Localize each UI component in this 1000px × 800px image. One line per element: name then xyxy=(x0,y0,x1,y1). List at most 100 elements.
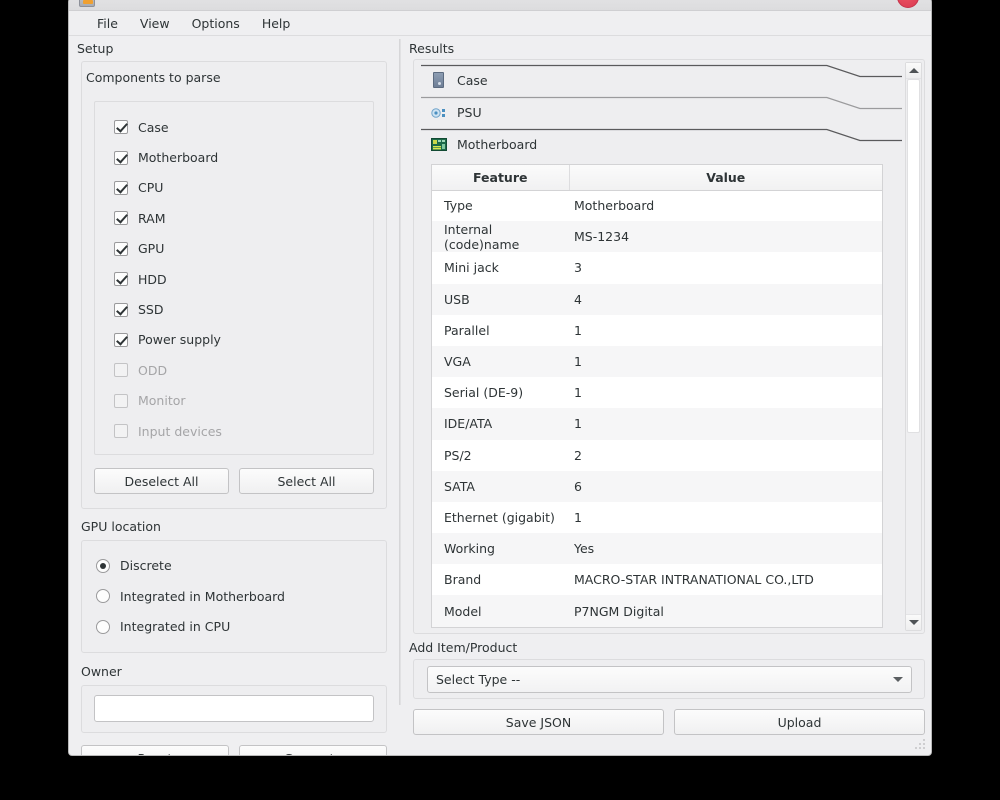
upload-button[interactable]: Upload xyxy=(674,709,925,735)
scrollbar-thumb[interactable] xyxy=(907,79,920,433)
table-row[interactable]: IDE/ATA 1 xyxy=(432,408,882,440)
checkbox-power-supply-box[interactable] xyxy=(114,332,128,347)
results-vertical-scrollbar[interactable] xyxy=(905,62,922,631)
add-item-group: Select Type -- xyxy=(413,659,925,699)
cell-value: Motherboard xyxy=(569,190,882,222)
checkbox-hdd-box[interactable] xyxy=(114,272,128,287)
radio-discrete[interactable]: Discrete xyxy=(82,550,386,581)
select-type-dropdown[interactable]: Select Type -- xyxy=(427,666,912,693)
checkbox-monitor: Monitor xyxy=(95,386,373,416)
radio-integrated-cpu-label: Integrated in CPU xyxy=(120,619,231,635)
checkbox-ssd-box[interactable] xyxy=(114,302,128,317)
cell-value: 1 xyxy=(569,377,882,409)
owner-group xyxy=(81,685,387,734)
checkbox-case-box[interactable] xyxy=(114,120,128,135)
motherboard-icon xyxy=(431,136,447,152)
application-window: File View Options Help Setup Components … xyxy=(68,0,932,756)
radio-integrated-motherboard-box[interactable] xyxy=(96,589,110,604)
menu-help[interactable]: Help xyxy=(251,13,302,34)
selection-button-row: Deselect All Select All xyxy=(94,468,374,495)
checkbox-ssd[interactable]: SSD xyxy=(95,294,373,324)
cell-value: P7NGM Digital xyxy=(569,595,882,627)
menu-options[interactable]: Options xyxy=(181,13,251,34)
resize-grip[interactable] xyxy=(915,739,927,751)
checkbox-gpu-label: GPU xyxy=(138,241,165,257)
gpu-location-group: Discrete Integrated in Motherboard Integ… xyxy=(81,540,387,654)
table-row[interactable]: PS/2 2 xyxy=(432,439,882,471)
accordion-section-psu[interactable]: PSU xyxy=(421,96,902,128)
cell-value: MACRO-STAR INTRANATIONAL CO.,LTD xyxy=(569,564,882,596)
checkbox-gpu[interactable]: GPU xyxy=(95,234,373,264)
table-row[interactable]: SATA 6 xyxy=(432,470,882,502)
radio-integrated-motherboard[interactable]: Integrated in Motherboard xyxy=(82,581,386,612)
results-frame: Case PSU Motherboard Feature Value Type … xyxy=(413,59,925,634)
checkbox-case-label: Case xyxy=(138,119,169,135)
column-header-value[interactable]: Value xyxy=(569,165,882,191)
radio-integrated-cpu[interactable]: Integrated in CPU xyxy=(82,611,386,642)
menu-view[interactable]: View xyxy=(129,13,181,34)
checkbox-gpu-box[interactable] xyxy=(114,241,128,256)
cell-value: 1 xyxy=(569,314,882,346)
results-action-row: Save JSON Upload xyxy=(413,709,925,735)
accordion-section-motherboard[interactable]: Motherboard xyxy=(421,128,902,160)
cell-feature: Mini jack xyxy=(432,252,569,284)
checkbox-motherboard-label: Motherboard xyxy=(138,150,219,166)
cell-value: 4 xyxy=(569,283,882,315)
checkbox-motherboard[interactable]: Motherboard xyxy=(95,142,373,172)
owner-label: Owner xyxy=(81,664,122,680)
checkbox-input-devices: Input devices xyxy=(95,416,373,446)
table-row[interactable]: Working Yes xyxy=(432,533,882,565)
save-json-button[interactable]: Save JSON xyxy=(413,709,664,735)
table-row[interactable]: VGA 1 xyxy=(432,345,882,378)
reset-button[interactable]: Reset xyxy=(81,745,229,755)
owner-input[interactable] xyxy=(94,695,374,723)
checkbox-power-supply[interactable]: Power supply xyxy=(95,325,373,355)
gpu-location-label: GPU location xyxy=(81,519,161,535)
radio-discrete-box[interactable] xyxy=(96,558,110,573)
table-row[interactable]: Mini jack 3 xyxy=(432,252,882,284)
table-row[interactable]: Internal (code)name MS-1234 xyxy=(432,221,882,253)
close-button[interactable] xyxy=(897,0,919,8)
table-row[interactable]: Type Motherboard xyxy=(432,190,882,222)
results-accordion: Case PSU Motherboard Feature Value Type … xyxy=(421,64,902,629)
accordion-section-case[interactable]: Case xyxy=(421,64,902,96)
cell-feature: PS/2 xyxy=(432,439,569,471)
checkbox-cpu-box[interactable] xyxy=(114,180,128,195)
select-all-button[interactable]: Select All xyxy=(239,468,374,495)
cell-feature: IDE/ATA xyxy=(432,408,569,440)
column-header-feature[interactable]: Feature xyxy=(432,165,570,191)
cell-value: 1 xyxy=(569,408,882,440)
cell-value: 6 xyxy=(569,470,882,502)
components-checklist: Case Motherboard CPU RAM GPU HDD SSD Pow… xyxy=(94,101,374,456)
cell-value: 1 xyxy=(569,501,882,534)
cell-feature: Working xyxy=(432,533,569,565)
table-row[interactable]: Ethernet (gigabit) 1 xyxy=(432,501,882,534)
title-bar xyxy=(69,0,931,11)
scroll-down-arrow[interactable] xyxy=(906,614,921,630)
cell-value: 1 xyxy=(569,345,882,378)
checkbox-hdd[interactable]: HDD xyxy=(95,264,373,294)
checkbox-motherboard-box[interactable] xyxy=(114,150,128,165)
generate-button[interactable]: Generate xyxy=(239,745,387,755)
table-row[interactable]: Brand MACRO-STAR INTRANATIONAL CO.,LTD xyxy=(432,564,882,596)
checkbox-case[interactable]: Case xyxy=(95,112,373,142)
app-icon xyxy=(79,0,95,7)
table-row[interactable]: USB 4 xyxy=(432,283,882,315)
checkbox-ram-box[interactable] xyxy=(114,211,128,226)
setup-pane: Setup Components to parse Case Motherboa… xyxy=(69,37,399,755)
table-row[interactable]: Parallel 1 xyxy=(432,314,882,346)
radio-integrated-cpu-box[interactable] xyxy=(96,619,110,634)
table-row[interactable]: Serial (DE-9) 1 xyxy=(432,377,882,409)
deselect-all-button[interactable]: Deselect All xyxy=(94,468,229,495)
scroll-up-arrow[interactable] xyxy=(906,63,921,79)
psu-fan-icon xyxy=(431,105,447,119)
cell-feature: Ethernet (gigabit) xyxy=(432,501,569,534)
cell-value: 2 xyxy=(569,439,882,471)
table-row[interactable]: Model P7NGM Digital xyxy=(432,595,882,627)
menu-file[interactable]: File xyxy=(86,13,129,34)
checkbox-cpu[interactable]: CPU xyxy=(95,173,373,203)
checkbox-ram[interactable]: RAM xyxy=(95,203,373,233)
cell-value: Yes xyxy=(569,533,882,565)
cell-feature: USB xyxy=(432,283,569,315)
checkbox-ssd-label: SSD xyxy=(138,302,164,318)
